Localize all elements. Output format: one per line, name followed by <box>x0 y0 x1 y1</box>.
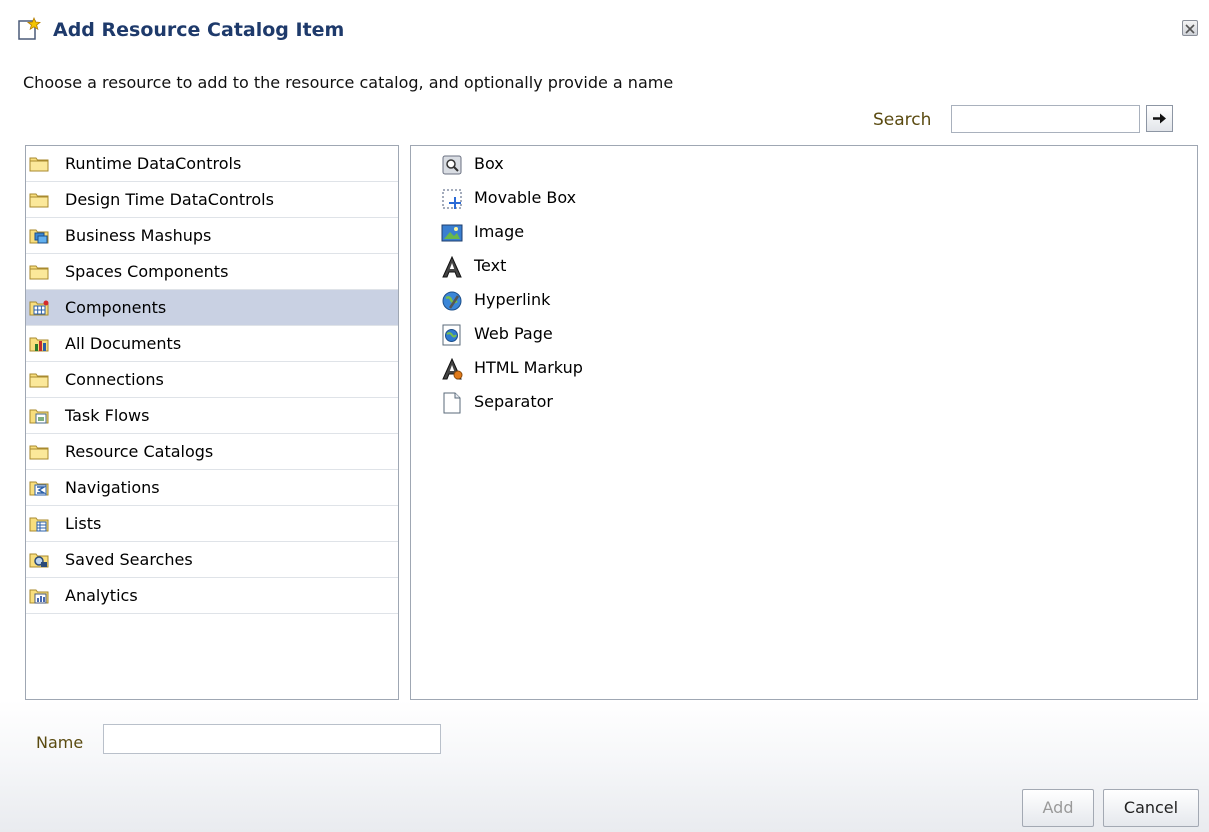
separator-icon <box>441 392 463 414</box>
search-go-button[interactable] <box>1146 105 1173 132</box>
analytics-folder-icon <box>29 587 49 604</box>
component-label: Hyperlink <box>474 290 551 309</box>
arrow-right-icon <box>1153 113 1166 124</box>
component-label: Box <box>474 154 504 173</box>
box-icon <box>441 154 463 176</box>
category-item-connections[interactable]: Connections <box>26 362 398 398</box>
category-item-task-flows[interactable]: Task Flows <box>26 398 398 434</box>
taskflow-folder-icon <box>29 407 49 424</box>
category-label: Navigations <box>65 478 160 497</box>
category-label: Saved Searches <box>65 550 193 569</box>
name-label: Name <box>36 733 84 752</box>
folder-icon <box>29 371 49 388</box>
movable-box-icon <box>441 188 463 210</box>
saved-search-folder-icon <box>29 551 49 568</box>
documents-folder-icon <box>29 335 49 352</box>
folder-icon <box>29 155 49 172</box>
category-label: Resource Catalogs <box>65 442 214 461</box>
category-item-components[interactable]: Components <box>26 290 398 326</box>
list-folder-icon <box>29 515 49 532</box>
category-label: Connections <box>65 370 164 389</box>
category-item-analytics[interactable]: Analytics <box>26 578 398 614</box>
dialog-instruction: Choose a resource to add to the resource… <box>23 73 674 92</box>
image-icon <box>441 222 463 244</box>
category-item-lists[interactable]: Lists <box>26 506 398 542</box>
folder-icon <box>29 191 49 208</box>
category-label: Spaces Components <box>65 262 229 281</box>
category-list: Runtime DataControls Design Time DataCon… <box>25 145 399 700</box>
component-label: HTML Markup <box>474 358 583 377</box>
category-label: All Documents <box>65 334 182 353</box>
category-label: Task Flows <box>65 406 150 425</box>
category-label: Lists <box>65 514 102 533</box>
category-label: Design Time DataControls <box>65 190 274 209</box>
cancel-button[interactable]: Cancel <box>1103 789 1199 827</box>
category-label: Business Mashups <box>65 226 212 245</box>
text-icon <box>441 255 463 278</box>
component-label: Movable Box <box>474 188 577 207</box>
add-button[interactable]: Add <box>1022 789 1094 827</box>
category-label: Components <box>65 298 167 317</box>
component-label: Image <box>474 222 525 241</box>
folder-icon <box>29 263 49 280</box>
hyperlink-icon <box>441 290 463 312</box>
category-item-navigations[interactable]: Navigations <box>26 470 398 506</box>
category-item-all-documents[interactable]: All Documents <box>26 326 398 362</box>
category-item-runtime-datacontrols[interactable]: Runtime DataControls <box>26 146 398 182</box>
category-item-resource-catalogs[interactable]: Resource Catalogs <box>26 434 398 470</box>
navigation-folder-icon <box>29 479 49 496</box>
dialog-title: Add Resource Catalog Item <box>53 19 345 41</box>
search-label: Search <box>873 110 932 130</box>
name-input[interactable] <box>103 724 441 754</box>
components-folder-icon <box>29 299 49 316</box>
category-item-saved-searches[interactable]: Saved Searches <box>26 542 398 578</box>
mashup-folder-icon <box>29 227 49 244</box>
web-page-icon <box>441 324 463 346</box>
category-label: Analytics <box>65 586 138 605</box>
folder-icon <box>29 443 49 460</box>
category-item-business-mashups[interactable]: Business Mashups <box>26 218 398 254</box>
component-label: Web Page <box>474 324 553 343</box>
component-label: Text <box>474 256 507 275</box>
add-resource-catalog-item-dialog: Add Resource Catalog Item Choose a resou… <box>0 0 1209 832</box>
category-item-spaces-components[interactable]: Spaces Components <box>26 254 398 290</box>
close-icon[interactable] <box>1182 20 1198 36</box>
component-label: Separator <box>474 392 553 411</box>
category-label: Runtime DataControls <box>65 154 242 173</box>
html-markup-icon <box>441 357 463 380</box>
component-list: Box Movable Box Image Text Hyperlink Web… <box>410 145 1198 700</box>
dialog-titlebar: Add Resource Catalog Item <box>0 0 1209 60</box>
category-item-design-time-datacontrols[interactable]: Design Time DataControls <box>26 182 398 218</box>
search-input[interactable] <box>951 105 1140 133</box>
add-item-icon <box>17 16 42 41</box>
